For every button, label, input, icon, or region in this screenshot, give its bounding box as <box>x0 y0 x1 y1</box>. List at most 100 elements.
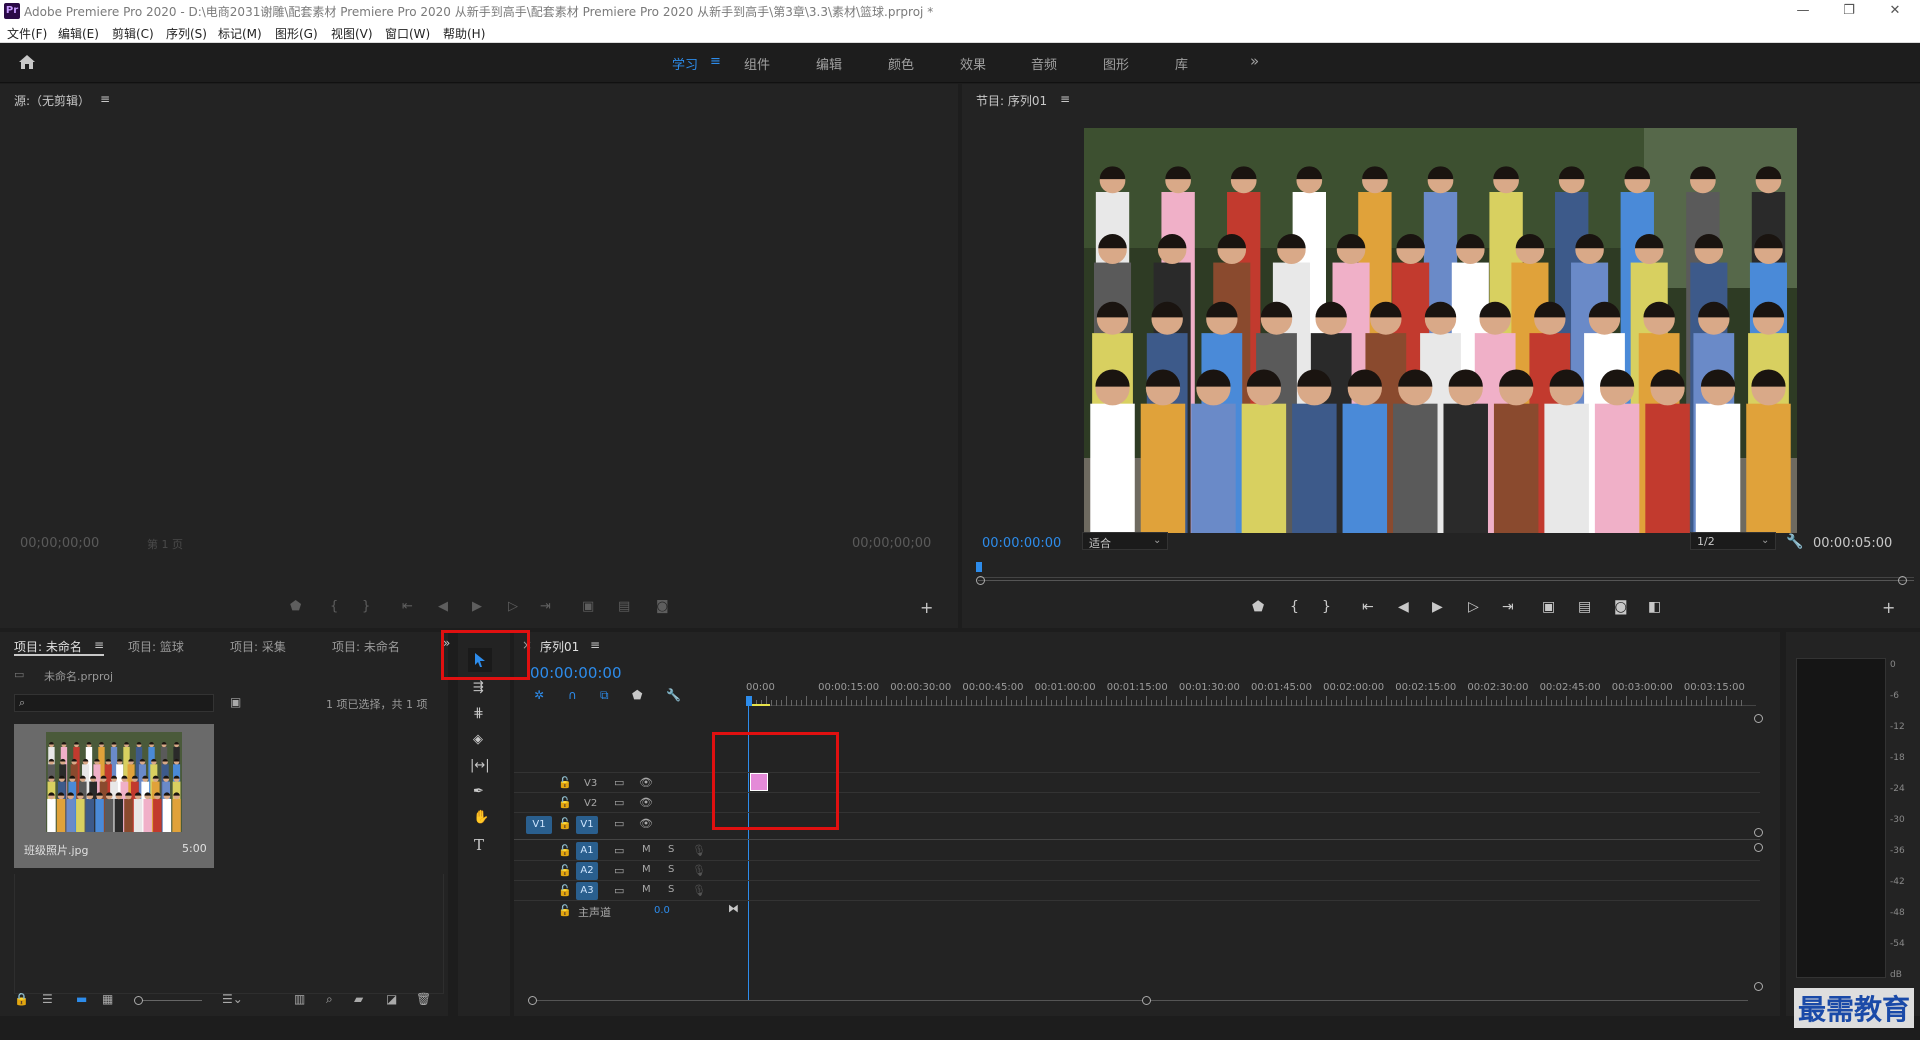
list-view-icon[interactable]: ☰ <box>42 992 53 1006</box>
new-item-icon[interactable]: ◪ <box>386 992 397 1006</box>
source-timecode-left[interactable]: 00;00;00;00 <box>20 536 99 551</box>
work-area-bar[interactable] <box>750 704 770 706</box>
timeline-settings-wrench-icon[interactable]: 🔧 <box>666 688 681 702</box>
timeline-ruler[interactable]: 00:00 00:00:15:00 00:00:30:00 00:00:45:00 00… <box>746 680 1756 706</box>
program-lift-icon[interactable]: ▣ <box>1542 599 1555 615</box>
program-panel-title[interactable]: 节目: 序列01 <box>976 92 1047 109</box>
thumbnail-size-slider-handle[interactable] <box>134 996 143 1005</box>
source-panel-menu-icon[interactable]: ≡ <box>100 92 110 106</box>
audio-scroll-handle-bottom[interactable] <box>1754 982 1763 991</box>
track-label-v2[interactable]: V2 <box>584 798 597 809</box>
microphone-icon[interactable]: 🎙 <box>692 884 706 897</box>
project-search-input[interactable]: ⌕ <box>14 694 214 712</box>
mute-button[interactable]: M <box>642 884 651 895</box>
workspace-tab-libraries[interactable]: 库 <box>1175 54 1188 73</box>
type-tool-icon[interactable]: T <box>474 836 484 854</box>
source-step-back-icon[interactable]: ◀ <box>438 599 448 614</box>
linked-selection-icon[interactable]: ⧉ <box>600 688 609 703</box>
lock-icon[interactable]: 🔓 <box>558 884 572 897</box>
track-select-tool-icon[interactable]: ⇶ <box>473 680 484 695</box>
menu-help[interactable]: 帮助(H) <box>443 25 485 42</box>
program-zoom-handle-left[interactable] <box>976 576 985 585</box>
sync-lock-icon[interactable]: ▭ <box>614 844 624 857</box>
project-tab-menu-icon[interactable]: ≡ <box>94 638 104 652</box>
lock-icon[interactable]: 🔓 <box>558 796 572 809</box>
workspace-tab-editing[interactable]: 编辑 <box>816 54 842 73</box>
program-panel-menu-icon[interactable]: ≡ <box>1060 92 1070 106</box>
lock-icon[interactable]: 🔓 <box>558 864 572 877</box>
workspace-tab-color[interactable]: 颜色 <box>888 54 914 73</box>
program-resolution-select[interactable]: 1/2 ⌄ <box>1690 532 1776 550</box>
track-label-v3[interactable]: V3 <box>584 778 597 789</box>
timeline-tab-title[interactable]: 序列01 <box>540 638 579 655</box>
timeline-hscroll-handle-right[interactable] <box>1142 996 1151 1005</box>
lock-icon[interactable]: 🔓 <box>558 817 572 830</box>
source-patch-v1[interactable]: V1 <box>526 816 552 834</box>
timeline-playhead-head[interactable] <box>746 696 752 706</box>
program-export-frame-icon[interactable]: ◙ <box>1614 599 1628 615</box>
menu-window[interactable]: 窗口(W) <box>385 25 430 42</box>
new-bin-icon[interactable]: ▰ <box>354 992 363 1006</box>
program-compare-icon[interactable]: ◧ <box>1648 599 1661 615</box>
menu-view[interactable]: 视图(V) <box>331 25 373 42</box>
source-play-icon[interactable]: ▶ <box>472 599 482 614</box>
source-export-frame-icon[interactable]: ◙ <box>656 599 669 614</box>
menu-edit[interactable]: 编辑(E) <box>58 25 99 42</box>
lock-icon[interactable]: 🔓 <box>558 904 572 917</box>
source-overwrite-icon[interactable]: ▤ <box>618 599 630 614</box>
sync-lock-icon[interactable]: ▭ <box>614 796 624 809</box>
program-marker-icon[interactable]: ⬟ <box>1252 599 1264 615</box>
sync-lock-icon[interactable]: ▭ <box>614 884 624 897</box>
pen-tool-icon[interactable]: ✒ <box>473 784 484 799</box>
trash-icon[interactable]: 🗑 <box>416 992 431 1006</box>
hand-tool-icon[interactable]: ✋ <box>473 810 489 825</box>
timeline-hscroll-handle-left[interactable] <box>528 996 537 1005</box>
source-mark-in-icon[interactable]: { <box>330 599 338 614</box>
program-extract-icon[interactable]: ▤ <box>1578 599 1591 615</box>
source-go-out-icon[interactable]: ⇥ <box>540 599 551 614</box>
sync-lock-icon[interactable]: ▭ <box>614 864 624 877</box>
program-step-forward-icon[interactable]: ▷ <box>1468 599 1479 615</box>
track-label-v1[interactable]: V1 <box>576 816 598 834</box>
source-mark-out-icon[interactable]: } <box>362 599 370 614</box>
automate-to-sequence-icon[interactable]: ▥ <box>294 992 305 1006</box>
timeline-horizontal-scroll[interactable] <box>532 1000 1748 1001</box>
program-go-out-icon[interactable]: ⇥ <box>1502 599 1514 615</box>
program-play-icon[interactable]: ▶ <box>1432 599 1443 615</box>
workspace-tab-effects[interactable]: 效果 <box>960 54 986 73</box>
icon-view-icon[interactable]: ▬ <box>76 992 87 1006</box>
program-add-button[interactable]: + <box>1882 598 1895 617</box>
program-settings-wrench-icon[interactable]: 🔧 <box>1786 534 1803 550</box>
source-page-select[interactable]: 第 1 页 <box>147 536 183 552</box>
timeline-tab-menu-icon[interactable]: ≡ <box>590 638 600 652</box>
snap-icon[interactable]: ∩ <box>568 688 577 702</box>
project-tab-unnamed-2[interactable]: 项目: 未命名 <box>332 638 400 655</box>
close-button[interactable]: ✕ <box>1872 0 1918 22</box>
eye-icon[interactable]: 👁 <box>639 817 653 830</box>
lock-icon[interactable]: 🔓 <box>558 776 572 789</box>
program-go-in-icon[interactable]: ⇤ <box>1362 599 1374 615</box>
microphone-icon[interactable]: 🎙 <box>692 844 706 857</box>
eye-icon[interactable]: 👁 <box>639 776 653 789</box>
program-playhead[interactable] <box>976 562 982 572</box>
solo-button[interactable]: S <box>668 864 674 875</box>
go-to-end-icon[interactable]: ⧓ <box>728 902 739 915</box>
project-tab-unnamed[interactable]: 项目: 未命名 <box>14 638 82 655</box>
workspace-more-icon[interactable]: » <box>1250 52 1259 70</box>
freeform-view-icon[interactable]: ▦ <box>102 992 113 1006</box>
source-step-forward-icon[interactable]: ▷ <box>508 599 518 614</box>
nest-toggle-icon[interactable]: ✲ <box>534 688 544 702</box>
program-mark-out-icon[interactable]: } <box>1322 599 1331 615</box>
source-panel-title[interactable]: 源:（无剪辑） <box>14 92 90 109</box>
timeline-current-timecode[interactable]: 00:00:00:00 <box>530 664 622 682</box>
ripple-edit-tool-icon[interactable]: ⋕ <box>473 706 484 721</box>
project-tab-basketball[interactable]: 项目: 篮球 <box>128 638 184 655</box>
razor-tool-icon[interactable]: ◈ <box>473 732 483 747</box>
sync-lock-icon[interactable]: ▭ <box>614 776 624 789</box>
new-bin-from-search-icon[interactable]: ▣ <box>230 695 241 709</box>
program-mark-in-icon[interactable]: { <box>1290 599 1299 615</box>
mute-button[interactable]: M <box>642 844 651 855</box>
track-label-a2[interactable]: A2 <box>576 862 598 880</box>
microphone-icon[interactable]: 🎙 <box>692 864 706 877</box>
lock-icon[interactable]: 🔒 <box>14 992 29 1006</box>
